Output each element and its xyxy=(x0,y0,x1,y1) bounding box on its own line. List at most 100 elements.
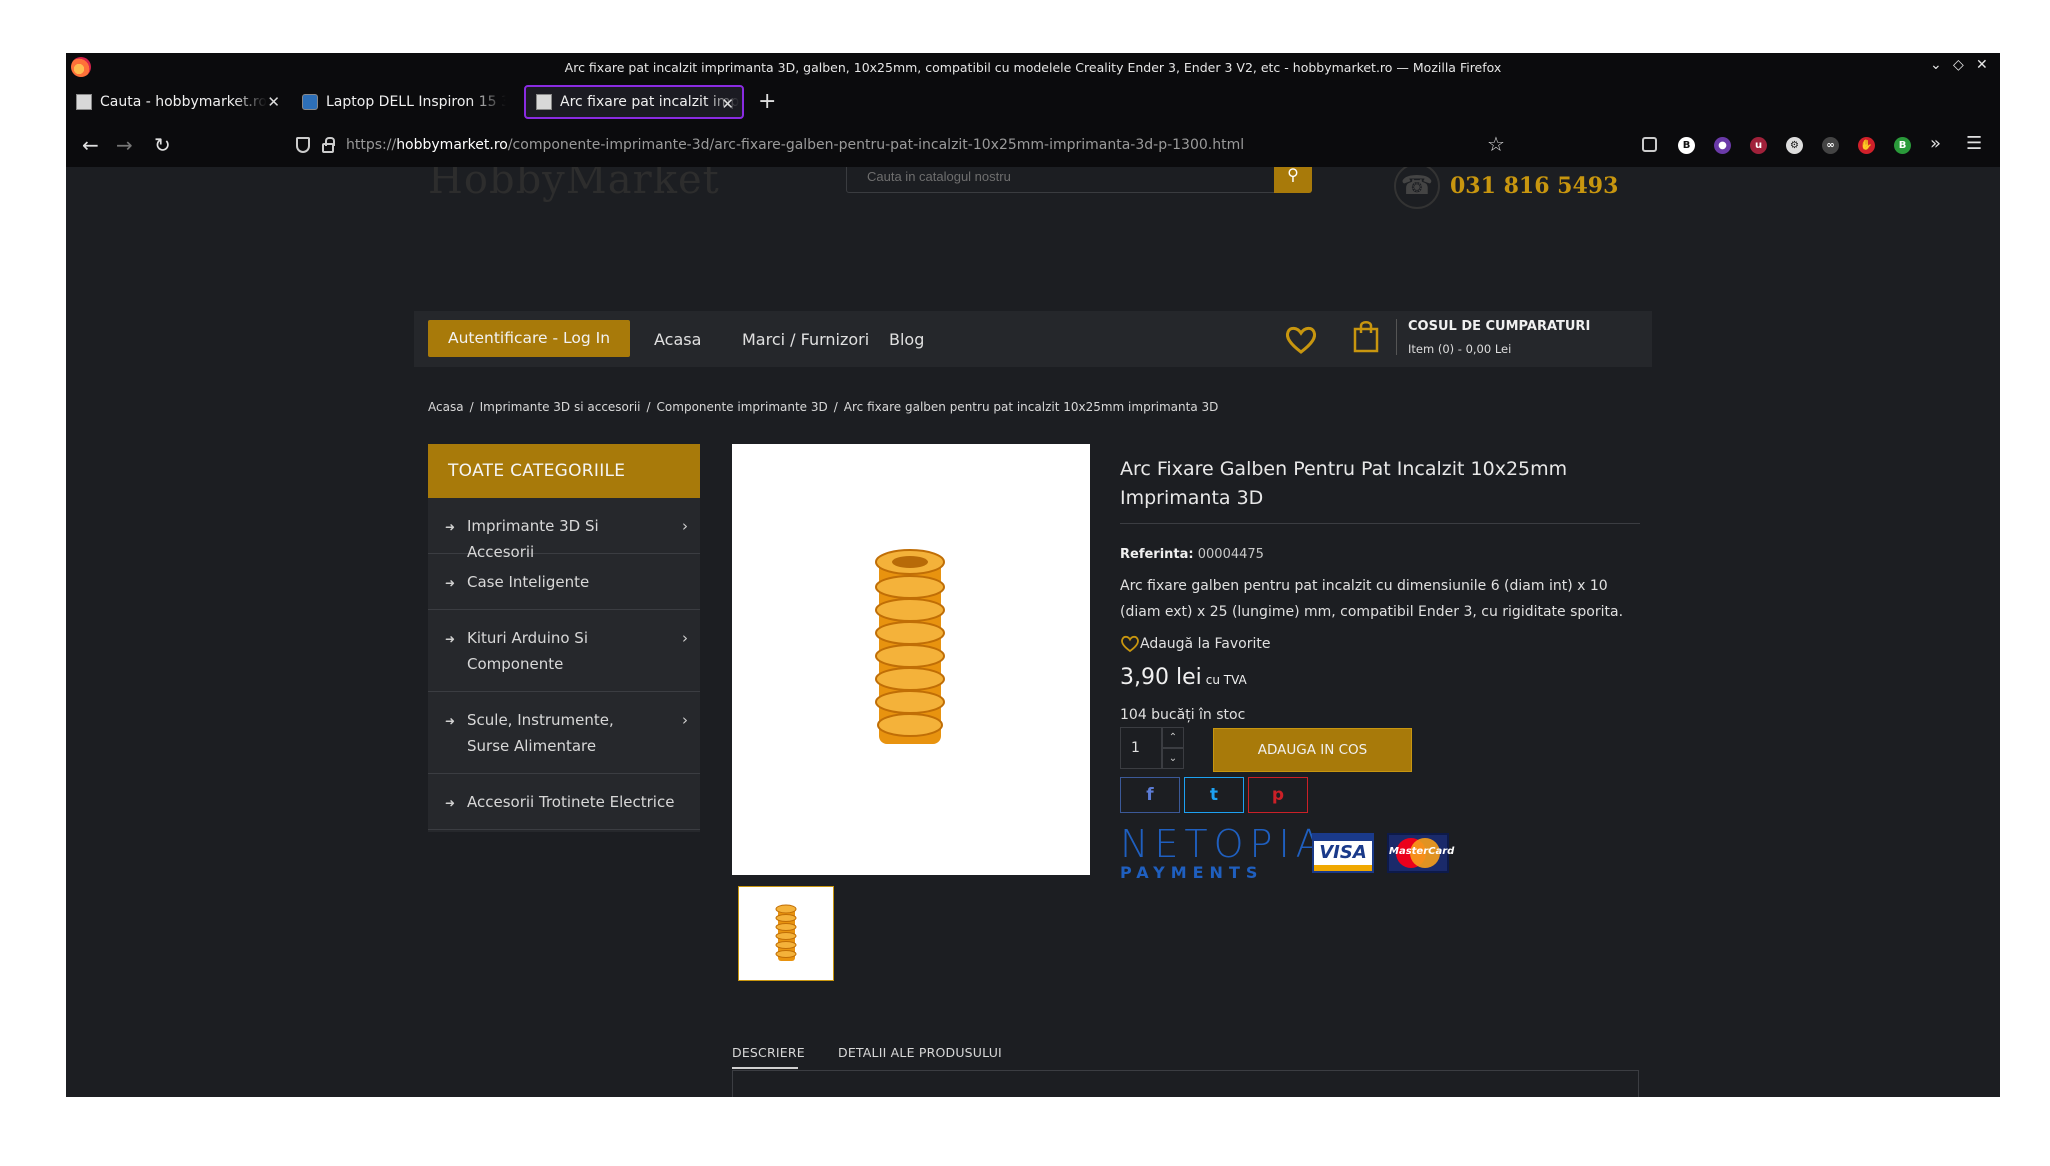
breadcrumb-separator: / xyxy=(833,400,838,414)
chevron-right-icon[interactable]: › xyxy=(682,707,688,733)
breadcrumb-imprimante[interactable]: Imprimante 3D si accesorii xyxy=(480,400,641,414)
tab-label: Arc fixare pat incalzit impr xyxy=(560,94,740,110)
back-icon[interactable]: ← xyxy=(82,133,99,157)
tab-close-icon[interactable]: ✕ xyxy=(267,93,280,111)
breadcrumb-separator: / xyxy=(469,400,474,414)
category-label: Accesorii Trotinete Electrice xyxy=(467,793,675,811)
extension-b-plus-icon[interactable]: B xyxy=(1894,137,1911,154)
category-label: Scule, Instrumente, Surse Alimentare xyxy=(467,711,614,755)
quantity-input[interactable]: 1 xyxy=(1120,727,1162,769)
search-input[interactable] xyxy=(847,167,1267,192)
extension-b-icon[interactable]: B xyxy=(1678,137,1695,154)
netopia-subtitle: PAYMENTS xyxy=(1120,863,1264,882)
new-tab-icon[interactable]: + xyxy=(758,89,776,114)
visa-text: VISA xyxy=(1319,842,1367,863)
login-button[interactable]: Autentificare - Log In xyxy=(428,320,630,357)
breadcrumb-separator: / xyxy=(646,400,651,414)
cart-title[interactable]: COSUL DE CUMPARATURI xyxy=(1408,319,1590,334)
reference-label: Referinta: xyxy=(1120,547,1194,562)
share-pinterest-button[interactable]: p xyxy=(1248,777,1308,813)
phone-icon: ☎ xyxy=(1394,167,1440,209)
category-sidebar: TOATE CATEGORIILE ➜ Imprimante 3D Si Acc… xyxy=(428,444,700,832)
visa-logo: VISA xyxy=(1312,833,1374,873)
chevron-right-icon[interactable]: › xyxy=(682,625,688,651)
product-description: Arc fixare galben pentru pat incalzit cu… xyxy=(1120,578,1624,620)
tab-arc-fixare[interactable]: Arc fixare pat incalzit impr ✕ xyxy=(524,85,744,119)
favorites-label: Adaugă la Favorite xyxy=(1140,636,1271,652)
chevron-right-icon[interactable]: › xyxy=(682,513,688,539)
search-icon: ⚲ xyxy=(1287,167,1299,184)
tab-detalii-produs[interactable]: DETALII ALE PRODUSULUI xyxy=(838,1045,1002,1060)
tab-descriere[interactable]: DESCRIERE xyxy=(732,1045,805,1060)
product-main-image[interactable] xyxy=(732,444,1090,875)
site-favicon-icon xyxy=(302,94,318,110)
category-item-scule[interactable]: ➜ Scule, Instrumente, Surse Alimentare › xyxy=(428,692,700,774)
quantity-up-icon[interactable]: ⌃ xyxy=(1162,727,1184,748)
arrow-right-icon: ➜ xyxy=(445,714,456,728)
cart-summary[interactable]: Item (0) - 0,00 Lei xyxy=(1408,342,1511,356)
close-window-icon[interactable]: ✕ xyxy=(1976,57,1988,73)
menu-link-acasa[interactable]: Acasa xyxy=(654,330,701,349)
category-item-case-inteligente[interactable]: ➜ Case Inteligente xyxy=(428,554,700,610)
twitter-icon: t xyxy=(1209,785,1219,805)
hobbymarket-favicon-icon xyxy=(76,94,92,110)
arrow-right-icon: ➜ xyxy=(445,632,456,646)
breadcrumb-componente[interactable]: Componente imprimante 3D xyxy=(657,400,828,414)
add-to-favorites[interactable]: Adaugă la Favorite xyxy=(1120,635,1270,653)
pocket-icon[interactable] xyxy=(1642,137,1657,152)
add-to-cart-button[interactable]: ADAUGA IN COS xyxy=(1213,728,1412,772)
shopping-bag-icon[interactable] xyxy=(1352,319,1380,353)
url-prefix: https:// xyxy=(346,137,397,153)
extension-circle-icon[interactable]: ● xyxy=(1714,137,1731,154)
reload-icon[interactable]: ↻ xyxy=(154,133,171,157)
url-bar[interactable]: https://hobbymarket.ro/componente-imprim… xyxy=(296,129,1586,161)
arrow-right-icon: ➜ xyxy=(445,796,456,810)
extension-hand-icon[interactable]: ✋ xyxy=(1858,137,1875,154)
phone-number[interactable]: 031 816 5493 xyxy=(1450,173,1618,199)
menu-link-blog[interactable]: Blog xyxy=(889,330,924,349)
netopia-payments-logo: NETOPIA PAYMENTS xyxy=(1120,825,1328,883)
share-facebook-button[interactable]: f xyxy=(1120,777,1180,813)
forward-icon[interactable]: → xyxy=(116,133,133,157)
tab-label: Cauta - hobbymarket.ro xyxy=(100,94,267,110)
url-path: /componente-imprimante-3d/arc-fixare-gal… xyxy=(507,137,1245,153)
tab-cauta[interactable]: Cauta - hobbymarket.ro ✕ xyxy=(66,85,288,119)
site-logo[interactable]: HobbyMarket xyxy=(428,167,720,203)
product-thumbnail[interactable] xyxy=(738,886,834,981)
menu-link-marci-furnizori[interactable]: Marci / Furnizori xyxy=(742,330,869,349)
tab-close-icon[interactable]: ✕ xyxy=(721,95,734,113)
category-item-kituri-arduino[interactable]: ➜ Kituri Arduino Si Componente › xyxy=(428,610,700,692)
arrow-right-icon: ➜ xyxy=(445,576,456,590)
netopia-name: NETOPIA xyxy=(1120,822,1328,866)
category-item-accesorii-trotinete[interactable]: ➜ Accesorii Trotinete Electrice xyxy=(428,774,700,830)
window-title: Arc fixare pat incalzit imprimanta 3D, g… xyxy=(564,60,1502,75)
title-divider xyxy=(1120,523,1640,524)
extension-glasses-icon[interactable]: ∞ xyxy=(1822,137,1839,154)
maximize-icon[interactable]: ◇ xyxy=(1953,57,1964,73)
phone-contact: ☎ 031 816 5493 xyxy=(1394,167,1618,209)
minimize-icon[interactable]: ⌄ xyxy=(1930,57,1942,73)
mastercard-logo: MasterCard xyxy=(1387,833,1454,873)
breadcrumb: Acasa / Imprimante 3D si accesorii / Compone… xyxy=(428,400,1218,414)
product-title: Arc Fixare Galben Pentru Pat Incalzit 10… xyxy=(1120,458,1568,509)
hamburger-menu-icon[interactable]: ☰ xyxy=(1966,133,1982,154)
extension-ublock-icon[interactable]: u xyxy=(1750,137,1767,154)
tracking-shield-icon[interactable] xyxy=(296,137,310,153)
search-box: ⚲ xyxy=(846,167,1312,193)
lock-icon[interactable] xyxy=(322,136,335,153)
share-twitter-button[interactable]: t xyxy=(1184,777,1244,813)
product-price: 3,90 lei cu TVA xyxy=(1120,665,1247,690)
tab-label: Laptop DELL Inspiron 15 3 xyxy=(326,94,506,110)
breadcrumb-acasa[interactable]: Acasa xyxy=(428,400,464,414)
price-value: 3,90 lei xyxy=(1120,665,1202,690)
quantity-down-icon[interactable]: ⌄ xyxy=(1162,748,1184,769)
category-label: Case Inteligente xyxy=(467,573,590,591)
search-button[interactable]: ⚲ xyxy=(1274,167,1312,193)
extension-gear-icon[interactable]: ⚙ xyxy=(1786,137,1803,154)
wishlist-heart-icon[interactable] xyxy=(1284,325,1318,355)
arrow-right-icon: ➜ xyxy=(445,520,456,534)
overflow-chevrons-icon[interactable]: » xyxy=(1930,133,1941,154)
url-host: hobbymarket.ro xyxy=(396,137,508,153)
category-item-imprimante[interactable]: ➜ Imprimante 3D Si Accesorii › xyxy=(428,498,700,561)
bookmark-star-icon[interactable]: ☆ xyxy=(1487,132,1505,156)
